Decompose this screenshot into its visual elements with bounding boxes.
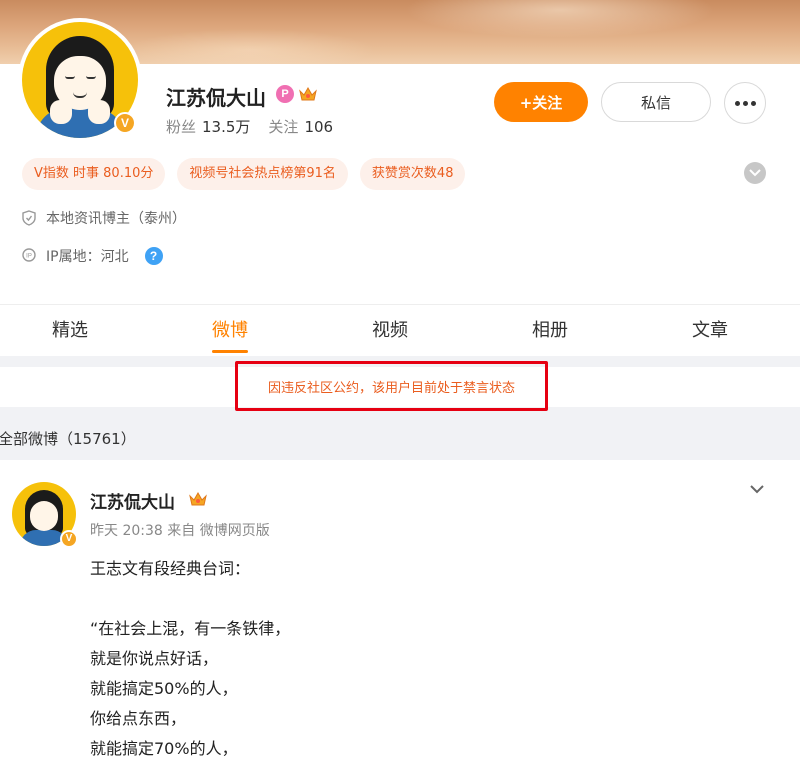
follow-count[interactable]: 关注 106 [268, 116, 333, 137]
local-blogger-row: 本地资讯博主（泰州） [22, 208, 186, 228]
tab-video[interactable]: 视频 [330, 305, 450, 357]
ban-notice-text: 因违反社区公约，该用户目前处于禁言状态 [267, 380, 515, 396]
crown-icon[interactable] [298, 85, 318, 103]
follow-value: 106 [304, 118, 334, 136]
post-line: “在社会上混，有一条铁律， [90, 619, 291, 638]
post-time[interactable]: 昨天 20:38 [90, 523, 163, 539]
tab-weibo[interactable]: 微博 [170, 305, 290, 357]
more-dots-icon[interactable] [724, 82, 766, 124]
fans-label: 粉丝 [166, 118, 197, 136]
tag-v-index[interactable]: V指数 时事 80.10分 [22, 158, 166, 190]
tag-hot-rank[interactable]: 视频号社会热点榜第91名 [177, 158, 348, 190]
verified-badge-icon: V [60, 530, 78, 548]
tab-articles[interactable]: 文章 [650, 305, 770, 357]
follow-label: 关注 [268, 118, 299, 136]
local-blogger-text: 本地资讯博主（泰州） [46, 211, 186, 227]
post-author[interactable]: 江苏侃大山 [90, 488, 175, 513]
verified-badge-icon: V [114, 112, 136, 134]
chevron-down-icon[interactable] [748, 480, 766, 498]
svg-text:IP: IP [26, 254, 32, 260]
help-icon[interactable]: ? [144, 247, 163, 265]
post-source: 来自 微博网页版 [167, 523, 270, 539]
crown-icon[interactable] [188, 490, 208, 508]
tag-tips-count[interactable]: 获赞赏次数48 [359, 158, 466, 190]
profile-avatar[interactable]: V [18, 18, 142, 142]
post-line: 你给点东西， [90, 709, 187, 728]
all-posts-count[interactable]: 全部微博（15761） [0, 428, 136, 449]
post-meta: 昨天 20:38 来自 微博网页版 [90, 520, 270, 540]
ip-location-row: IP IP属地：河北 ? [22, 246, 163, 266]
fans-count[interactable]: 粉丝 13.5万 [166, 116, 250, 137]
tab-featured[interactable]: 精选 [10, 305, 130, 357]
post-card: V 江苏侃大山 昨天 20:38 来自 微博网页版 王志文有段经典台词： “在社… [0, 460, 800, 762]
message-button[interactable]: 私信 [601, 82, 711, 122]
profile-tags: V指数 时事 80.10分 视频号社会热点榜第91名 获赞赏次数48 [22, 158, 466, 190]
profile-card: V 江苏侃大山 P 粉丝 13.5万 关注 106 +关注 私信 V指数 时事 80… [0, 18, 800, 304]
post-content: 王志文有段经典台词： “在社会上混，有一条铁律， 就是你说点好话， 就能搞定50… [90, 554, 290, 762]
post-line: 就是你说点好话， [90, 649, 219, 668]
follow-button[interactable]: +关注 [494, 82, 588, 122]
ban-notice-bar: 因违反社区公约，该用户目前处于禁言状态 [0, 361, 800, 411]
ip-location-text: IP属地：河北 [46, 249, 129, 265]
post-line [90, 584, 290, 614]
post-line: 就能搞定50%的人， [90, 679, 238, 698]
profile-tabs: 精选 微博 视频 相册 文章 [0, 304, 800, 356]
post-line: 王志文有段经典台词： [90, 559, 251, 578]
ip-location-icon: IP [22, 248, 36, 262]
profile-stats: 粉丝 13.5万 关注 106 [166, 116, 333, 137]
shield-icon [22, 210, 36, 226]
tab-album[interactable]: 相册 [490, 305, 610, 357]
pink-p-badge-icon[interactable]: P [276, 85, 294, 103]
fans-value: 13.5万 [202, 118, 251, 136]
ban-notice-highlight: 因违反社区公约，该用户目前处于禁言状态 [235, 361, 548, 411]
post-line: 就能搞定70%的人， [90, 739, 238, 758]
chevron-down-icon[interactable] [744, 162, 766, 184]
profile-name: 江苏侃大山 [166, 86, 266, 110]
